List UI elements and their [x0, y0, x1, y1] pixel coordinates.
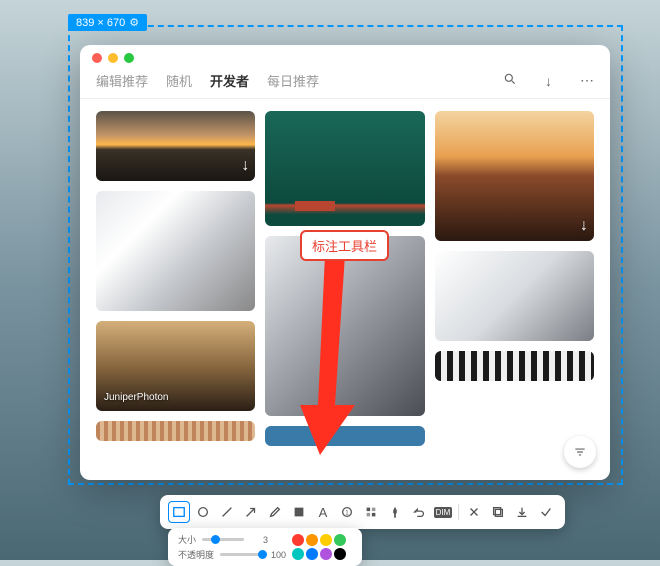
size-label: 大小 — [178, 533, 196, 546]
highlight-icon[interactable] — [288, 501, 310, 523]
photo-building[interactable] — [265, 236, 424, 416]
gear-icon[interactable]: ⚙ — [129, 16, 139, 29]
style-palette: 大小 3 不透明度 100 — [168, 528, 362, 566]
size-slider[interactable] — [202, 538, 244, 541]
color-swatch[interactable] — [292, 548, 304, 560]
size-value: 3 — [250, 535, 268, 545]
text-icon[interactable]: A — [312, 501, 334, 523]
download-icon[interactable]: ↓ — [241, 157, 249, 175]
app-window: 编辑推荐随机开发者每日推荐 ↓ ⋯ ↓ JuniperPhoton ↓ — [80, 45, 610, 480]
color-swatches — [292, 534, 352, 560]
photo-stripes[interactable] — [96, 421, 255, 441]
dimensions-label: 839 × 670 — [76, 17, 125, 29]
color-swatch[interactable] — [334, 548, 346, 560]
close-icon[interactable] — [463, 501, 485, 523]
color-swatch[interactable] — [320, 534, 332, 546]
color-swatch[interactable] — [292, 534, 304, 546]
zoom-window-icon[interactable] — [124, 53, 134, 63]
photo-interior[interactable]: JuniperPhoton — [96, 321, 255, 411]
dimension-icon[interactable]: DIM — [432, 501, 454, 523]
opacity-slider[interactable] — [220, 553, 262, 556]
filter-fab[interactable] — [564, 436, 596, 468]
titlebar — [80, 45, 610, 71]
download-icon[interactable]: ↓ — [580, 217, 588, 235]
undo-icon[interactable] — [408, 501, 430, 523]
close-window-icon[interactable] — [92, 53, 102, 63]
photo-blue[interactable] — [265, 426, 424, 446]
color-swatch[interactable] — [306, 548, 318, 560]
tab-随机[interactable]: 随机 — [166, 71, 192, 90]
capture-size-badge: 839 × 670 ⚙ — [68, 14, 147, 31]
author-label: JuniperPhoton — [104, 392, 169, 403]
color-swatch[interactable] — [334, 534, 346, 546]
color-swatch[interactable] — [306, 534, 318, 546]
photo-water[interactable] — [265, 111, 424, 226]
tab-开发者[interactable]: 开发者 — [210, 71, 249, 90]
number-icon[interactable]: 1 — [336, 501, 358, 523]
done-icon[interactable] — [535, 501, 557, 523]
arrow-icon[interactable] — [240, 501, 262, 523]
annotation-toolbar: A 1 DIM — [160, 495, 565, 529]
photo-sunset[interactable]: ↓ — [96, 111, 255, 181]
tab-编辑推荐[interactable]: 编辑推荐 — [96, 71, 148, 90]
copy-icon[interactable] — [487, 501, 509, 523]
svg-text:1: 1 — [345, 510, 349, 517]
download-icon[interactable]: ↓ — [545, 73, 552, 89]
minimize-window-icon[interactable] — [108, 53, 118, 63]
pencil-icon[interactable] — [264, 501, 286, 523]
photo-geometric[interactable] — [96, 191, 255, 311]
photo-architecture[interactable] — [435, 251, 594, 341]
annotation-callout[interactable]: 标注工具栏 — [300, 230, 389, 261]
gallery: ↓ JuniperPhoton ↓ — [80, 99, 610, 480]
opacity-label: 不透明度 — [178, 548, 214, 561]
color-swatch[interactable] — [320, 548, 332, 560]
mosaic-icon[interactable] — [360, 501, 382, 523]
more-icon[interactable]: ⋯ — [580, 72, 594, 89]
rect-icon[interactable] — [168, 501, 190, 523]
circle-icon[interactable] — [192, 501, 214, 523]
save-icon[interactable] — [511, 501, 533, 523]
photo-bw-stripes[interactable] — [435, 351, 594, 381]
line-icon[interactable] — [216, 501, 238, 523]
opacity-value: 100 — [268, 550, 286, 560]
search-icon[interactable] — [503, 72, 517, 89]
photo-cranes[interactable]: ↓ — [435, 111, 594, 241]
tab-bar: 编辑推荐随机开发者每日推荐 ↓ ⋯ — [80, 71, 610, 99]
tab-每日推荐[interactable]: 每日推荐 — [267, 71, 319, 90]
pin-icon[interactable] — [384, 501, 406, 523]
